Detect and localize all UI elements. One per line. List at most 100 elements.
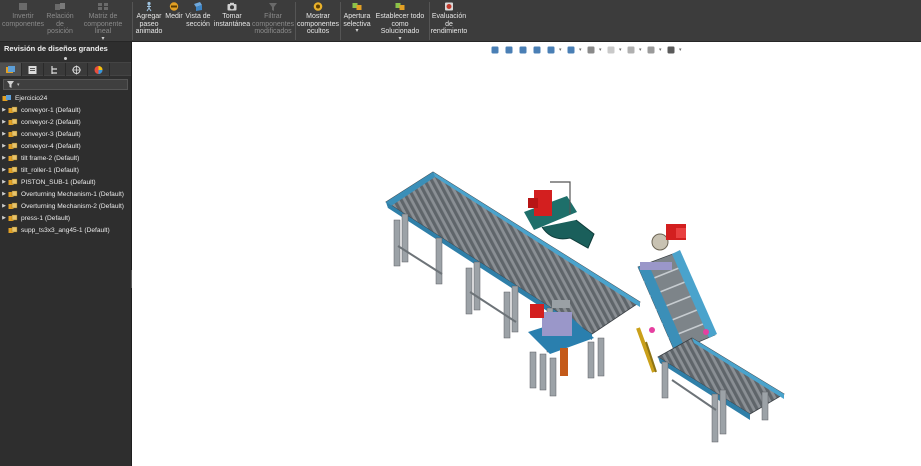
linear-pattern-label: Matriz de componente lineal: [83, 13, 123, 35]
tree-item-label: Overturning Mechanism-2 (Default): [21, 202, 124, 210]
piston-sub-1-model[interactable]: [636, 327, 657, 373]
ribbon-separator: [295, 2, 296, 40]
component-icon: [8, 166, 18, 173]
tab-dimxpert[interactable]: [66, 63, 88, 76]
measure-button[interactable]: Medir: [164, 1, 184, 21]
expand-arrow-icon[interactable]: ▶: [0, 167, 8, 173]
expand-arrow-icon[interactable]: ▶: [0, 179, 8, 185]
show-hidden-icon: [313, 2, 323, 11]
tree-item[interactable]: ▶ conveyor-3 (Default): [0, 128, 131, 140]
component-icon: [8, 190, 18, 197]
tilt-frame-2-model[interactable]: [637, 224, 717, 353]
expand-arrow-icon[interactable]: ▶: [0, 155, 8, 161]
display-manager-icon: [94, 65, 103, 74]
expand-arrow-icon[interactable]: ▶: [0, 119, 8, 125]
mate-button[interactable]: Relación de posición: [44, 1, 76, 36]
expand-arrow-icon[interactable]: ▶: [0, 131, 8, 137]
ribbon-separator: [340, 2, 341, 40]
set-resolved-icon: [395, 3, 405, 10]
tree-item-label: PISTON_SUB-1 (Default): [21, 178, 96, 186]
tree-item-label: conveyor-2 (Default): [21, 118, 81, 126]
app-window: Invertir componentes Relación de posició…: [0, 0, 921, 466]
mate-icon: [55, 3, 65, 10]
tree-item[interactable]: ▶ Overturning Mechanism-2 (Default): [0, 200, 131, 212]
filter-modified-button[interactable]: Filtrar componentes modificados: [252, 1, 294, 36]
tree-item[interactable]: ▶ tilt frame-2 (Default): [0, 152, 131, 164]
graphics-viewport[interactable]: ▾ ▾ ▾ ▾ ▾ ▾ ▾: [132, 42, 921, 466]
tree-item[interactable]: ▶ press-1 (Default): [0, 212, 131, 224]
snapshot-button[interactable]: Tomar instantánea: [212, 1, 252, 28]
conveyor-4-model[interactable]: [657, 337, 785, 443]
expand-arrow-icon[interactable]: ▶: [0, 143, 8, 149]
chevron-down-icon: ▾: [398, 35, 402, 42]
component-icon: [8, 202, 18, 209]
assembly-model[interactable]: [132, 42, 921, 466]
tree-item[interactable]: ▶ conveyor-1 (Default): [0, 104, 131, 116]
performance-icon: [445, 2, 453, 11]
tree-root-label: Ejercicio24: [15, 94, 48, 102]
measure-icon: [169, 2, 179, 11]
filter-modified-label: Filtrar componentes modificados: [252, 13, 295, 35]
component-icon: [8, 106, 18, 113]
feature-tree: Ejercicio24 ▶ conveyor-1 (Default) ▶ convey…: [0, 92, 131, 236]
component-icon: [8, 226, 18, 233]
property-manager-icon: [28, 65, 37, 74]
tab-property-manager[interactable]: [22, 63, 44, 76]
tree-item-label: supp_ts3x3_ang45-1 (Default): [21, 226, 110, 234]
panel-title: Revisión de diseños grandes: [4, 44, 108, 53]
component-icon: [8, 154, 18, 161]
assembly-icon: [2, 94, 11, 101]
walkthrough-button[interactable]: Agregar paseo animado: [134, 1, 164, 36]
performance-button[interactable]: Evaluación de rendimiento: [430, 1, 468, 36]
expand-arrow-icon[interactable]: ▶: [0, 107, 8, 113]
section-view-button[interactable]: Vista de sección: [184, 1, 212, 28]
panel-tabs: [0, 62, 131, 76]
invert-components-label: Invertir componentes: [1, 13, 45, 28]
tree-item[interactable]: ▶ conveyor-2 (Default): [0, 116, 131, 128]
tree-item[interactable]: supp_ts3x3_ang45-1 (Default): [0, 224, 131, 236]
command-ribbon: Invertir componentes Relación de posició…: [0, 0, 921, 42]
dimxpert-icon: [72, 65, 81, 74]
chevron-down-icon: ▾: [355, 28, 359, 34]
tree-filter[interactable]: ▾: [3, 79, 128, 90]
tree-item-label: conveyor-1 (Default): [21, 106, 81, 114]
tree-item[interactable]: ▶ conveyor-4 (Default): [0, 140, 131, 152]
walkthrough-icon: [146, 1, 152, 12]
set-resolved-button[interactable]: Establecer todo como Solucionado ▾: [372, 1, 428, 42]
expand-arrow-icon[interactable]: ▶: [0, 203, 8, 209]
component-icon: [8, 130, 18, 137]
section-view-icon: [194, 2, 202, 11]
invert-components-button[interactable]: Invertir componentes: [2, 1, 44, 28]
expand-arrow-icon[interactable]: ▶: [0, 215, 8, 221]
selective-open-button[interactable]: Apertura selectiva ▾: [342, 1, 372, 34]
linear-pattern-button[interactable]: Matriz de componente lineal ▾: [76, 1, 130, 42]
component-icon: [8, 118, 18, 125]
filter-icon: [7, 81, 14, 88]
tab-configuration-manager[interactable]: [44, 63, 66, 76]
snapshot-label: Tomar instantánea: [213, 13, 251, 28]
panel-grip-handle[interactable]: [0, 54, 131, 62]
expand-arrow-icon[interactable]: ▶: [0, 191, 8, 197]
tree-item[interactable]: ▶ tilt_roller-1 (Default): [0, 164, 131, 176]
conveyor-1-model[interactable]: [385, 171, 641, 353]
walkthrough-label: Agregar paseo animado: [135, 13, 163, 35]
tree-item-label: conveyor-3 (Default): [21, 130, 81, 138]
invert-components-icon: [19, 3, 27, 10]
chevron-down-icon: ▾: [17, 81, 20, 88]
show-hidden-button[interactable]: Mostrar componentes ocultos: [297, 1, 339, 36]
mate-label: Relación de posición: [46, 13, 74, 35]
tree-root[interactable]: Ejercicio24: [0, 92, 131, 104]
feature-manager-panel: Revisión de diseños grandes ▾ Ejercicio2…: [0, 42, 132, 466]
selective-open-icon: [352, 3, 362, 10]
feature-manager-icon: [6, 65, 15, 73]
tree-item-label: tilt frame-2 (Default): [21, 154, 80, 162]
tree-item-label: tilt_roller-1 (Default): [21, 166, 79, 174]
tree-item[interactable]: ▶ PISTON_SUB-1 (Default): [0, 176, 131, 188]
ribbon-separator: [132, 2, 133, 40]
tab-display-manager[interactable]: [88, 63, 110, 76]
tree-item-label: conveyor-4 (Default): [21, 142, 81, 150]
tree-item[interactable]: ▶ Overturning Mechanism-1 (Default): [0, 188, 131, 200]
tree-item-label: press-1 (Default): [21, 214, 71, 222]
selective-open-label: Apertura selectiva: [343, 13, 371, 28]
tab-feature-manager[interactable]: [0, 63, 22, 76]
